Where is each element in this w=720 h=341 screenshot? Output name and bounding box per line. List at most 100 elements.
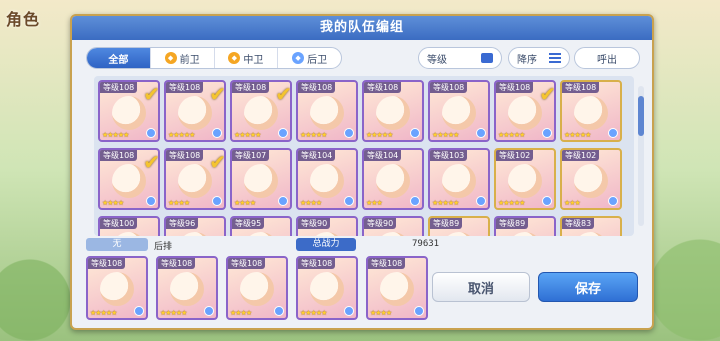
- character-card[interactable]: 等级89: [428, 216, 490, 236]
- sort-level-label: 等级: [427, 54, 447, 66]
- role-badge-icon: [212, 196, 222, 206]
- roster-row: 等级108 ★★★★★ ✔ 等级108 ★★★★★ ✔ 等级108 ★★★★★ ✔ 等级108 ★★…: [98, 80, 622, 142]
- star-rating: ★★★★: [168, 199, 190, 207]
- selected-check-icon: ✔: [143, 150, 160, 174]
- filter-tab-all[interactable]: 全部: [87, 48, 151, 68]
- character-level: 等级108: [88, 258, 126, 269]
- character-card[interactable]: 等级108 ★★★★★ ✔: [494, 80, 556, 142]
- cancel-button[interactable]: 取消: [432, 272, 530, 302]
- character-card[interactable]: 等级90: [296, 216, 358, 236]
- star-rating: ★★★★★: [432, 199, 459, 207]
- character-card[interactable]: 等级104 ★★★★: [296, 148, 358, 210]
- background-title: 角色: [6, 10, 41, 29]
- role-badge-icon: [476, 128, 486, 138]
- character-card[interactable]: 等级108 ★★★★★: [362, 80, 424, 142]
- character-portrait: [376, 164, 410, 198]
- role-badge-icon: [542, 128, 552, 138]
- selected-check-icon: ✔: [209, 150, 226, 174]
- team-info-bar: 无 后排 总战力 79631: [86, 238, 646, 252]
- filter-tab-front[interactable]: ◆ 前卫: [151, 48, 215, 68]
- character-portrait: [442, 232, 476, 236]
- character-card[interactable]: 等级108 ★★★★★ ✔: [98, 80, 160, 142]
- toolbar: 全部 ◆ 前卫 ◆ 中卫 ◆ 后卫 等级 降序 呼出: [72, 47, 652, 69]
- character-level: 等级96: [166, 218, 199, 229]
- star-rating: ★★★★★: [300, 131, 327, 139]
- character-card[interactable]: 等级102 ★★★: [560, 148, 622, 210]
- character-card[interactable]: 等级108 ★★★★ ✔: [164, 148, 226, 210]
- character-card[interactable]: 等级108 ★★★★★: [156, 256, 218, 320]
- character-level: 等级108: [430, 82, 468, 93]
- character-card[interactable]: 等级96: [164, 216, 226, 236]
- character-portrait: [310, 272, 344, 306]
- character-portrait: [574, 232, 608, 236]
- character-card[interactable]: 等级108 ★★★★: [226, 256, 288, 320]
- star-rating: ★★★★: [300, 199, 322, 207]
- role-badge-icon: [146, 128, 156, 138]
- character-level: 等级104: [364, 150, 402, 161]
- scrollbar-thumb[interactable]: [638, 96, 644, 136]
- character-portrait: [574, 164, 608, 198]
- character-portrait: [244, 164, 278, 198]
- character-card[interactable]: 等级89: [494, 216, 556, 236]
- team-slots: 等级108 ★★★★★ 等级108 ★★★★★ 等级108 ★★★★ 等级108 ★★★★★ 等…: [86, 256, 428, 320]
- character-portrait: [112, 164, 146, 198]
- character-card[interactable]: 等级108 ★★★★★: [428, 80, 490, 142]
- character-portrait: [310, 232, 344, 236]
- character-card[interactable]: 等级108 ★★★★★ ✔: [164, 80, 226, 142]
- roster-grid: 等级108 ★★★★★ ✔ 等级108 ★★★★★ ✔ 等级108 ★★★★★ ✔ 等级108 ★★…: [94, 76, 634, 236]
- back-row-label: 后排: [154, 242, 173, 252]
- character-card[interactable]: 等级108 ★★★★★: [296, 80, 358, 142]
- character-portrait: [574, 96, 608, 130]
- character-card[interactable]: 等级83: [560, 216, 622, 236]
- character-level: 等级89: [430, 218, 463, 229]
- sort-by-level-button[interactable]: 等级: [418, 47, 502, 69]
- sort-order-button[interactable]: 降序: [508, 47, 570, 69]
- character-level: 等级108: [364, 82, 402, 93]
- character-portrait: [170, 272, 204, 306]
- character-card[interactable]: 等级108 ★★★★★ ✔: [230, 80, 292, 142]
- character-card[interactable]: 等级108 ★★★★ ✔: [98, 148, 160, 210]
- star-rating: ★★★★★: [160, 309, 187, 317]
- character-card[interactable]: 等级108 ★★★★★: [296, 256, 358, 320]
- character-portrait: [376, 96, 410, 130]
- character-portrait: [310, 96, 344, 130]
- character-level: 等级95: [232, 218, 265, 229]
- character-portrait: [112, 96, 146, 130]
- selected-check-icon: ✔: [275, 82, 292, 106]
- callout-button[interactable]: 呼出: [574, 47, 640, 69]
- character-portrait: [310, 164, 344, 198]
- star-rating: ★★★★★: [234, 131, 261, 139]
- character-card[interactable]: 等级102 ★★★★★: [494, 148, 556, 210]
- character-card[interactable]: 等级100: [98, 216, 160, 236]
- character-portrait: [178, 96, 212, 130]
- star-rating: ★★★: [564, 199, 581, 207]
- character-card[interactable]: 等级95: [230, 216, 292, 236]
- star-rating: ★★★★★: [564, 131, 591, 139]
- filter-tab-middle[interactable]: ◆ 中卫: [215, 48, 279, 68]
- roster-row: 等级108 ★★★★ ✔ 等级108 ★★★★ ✔ 等级107 ★★★★ 等级104 ★★★★ 等级…: [98, 148, 622, 210]
- position-tag: 无: [86, 238, 148, 251]
- character-level: 等级90: [364, 218, 397, 229]
- character-card[interactable]: 等级103 ★★★★★: [428, 148, 490, 210]
- sort-order-label: 降序: [517, 54, 537, 66]
- character-portrait: [178, 164, 212, 198]
- character-level: 等级103: [430, 150, 468, 161]
- character-portrait: [380, 272, 414, 306]
- character-card[interactable]: 等级107 ★★★★: [230, 148, 292, 210]
- roster-scrollbar[interactable]: [638, 86, 644, 226]
- role-badge-icon: [410, 196, 420, 206]
- character-card[interactable]: 等级90: [362, 216, 424, 236]
- character-card[interactable]: 等级108 ★★★★★: [86, 256, 148, 320]
- character-level: 等级100: [100, 218, 138, 229]
- filter-tab-back[interactable]: ◆ 后卫: [278, 48, 341, 68]
- character-card[interactable]: 等级104 ★★★: [362, 148, 424, 210]
- character-level: 等级108: [100, 150, 138, 161]
- role-filter-group: 全部 ◆ 前卫 ◆ 中卫 ◆ 后卫: [86, 47, 342, 69]
- role-badge-icon: [608, 128, 618, 138]
- role-badge-icon: [278, 196, 288, 206]
- star-rating: ★★★: [366, 199, 383, 207]
- filter-tab-label: 后卫: [307, 54, 328, 66]
- character-card[interactable]: 等级108 ★★★★: [366, 256, 428, 320]
- save-button[interactable]: 保存: [538, 272, 638, 302]
- character-card[interactable]: 等级108 ★★★★★: [560, 80, 622, 142]
